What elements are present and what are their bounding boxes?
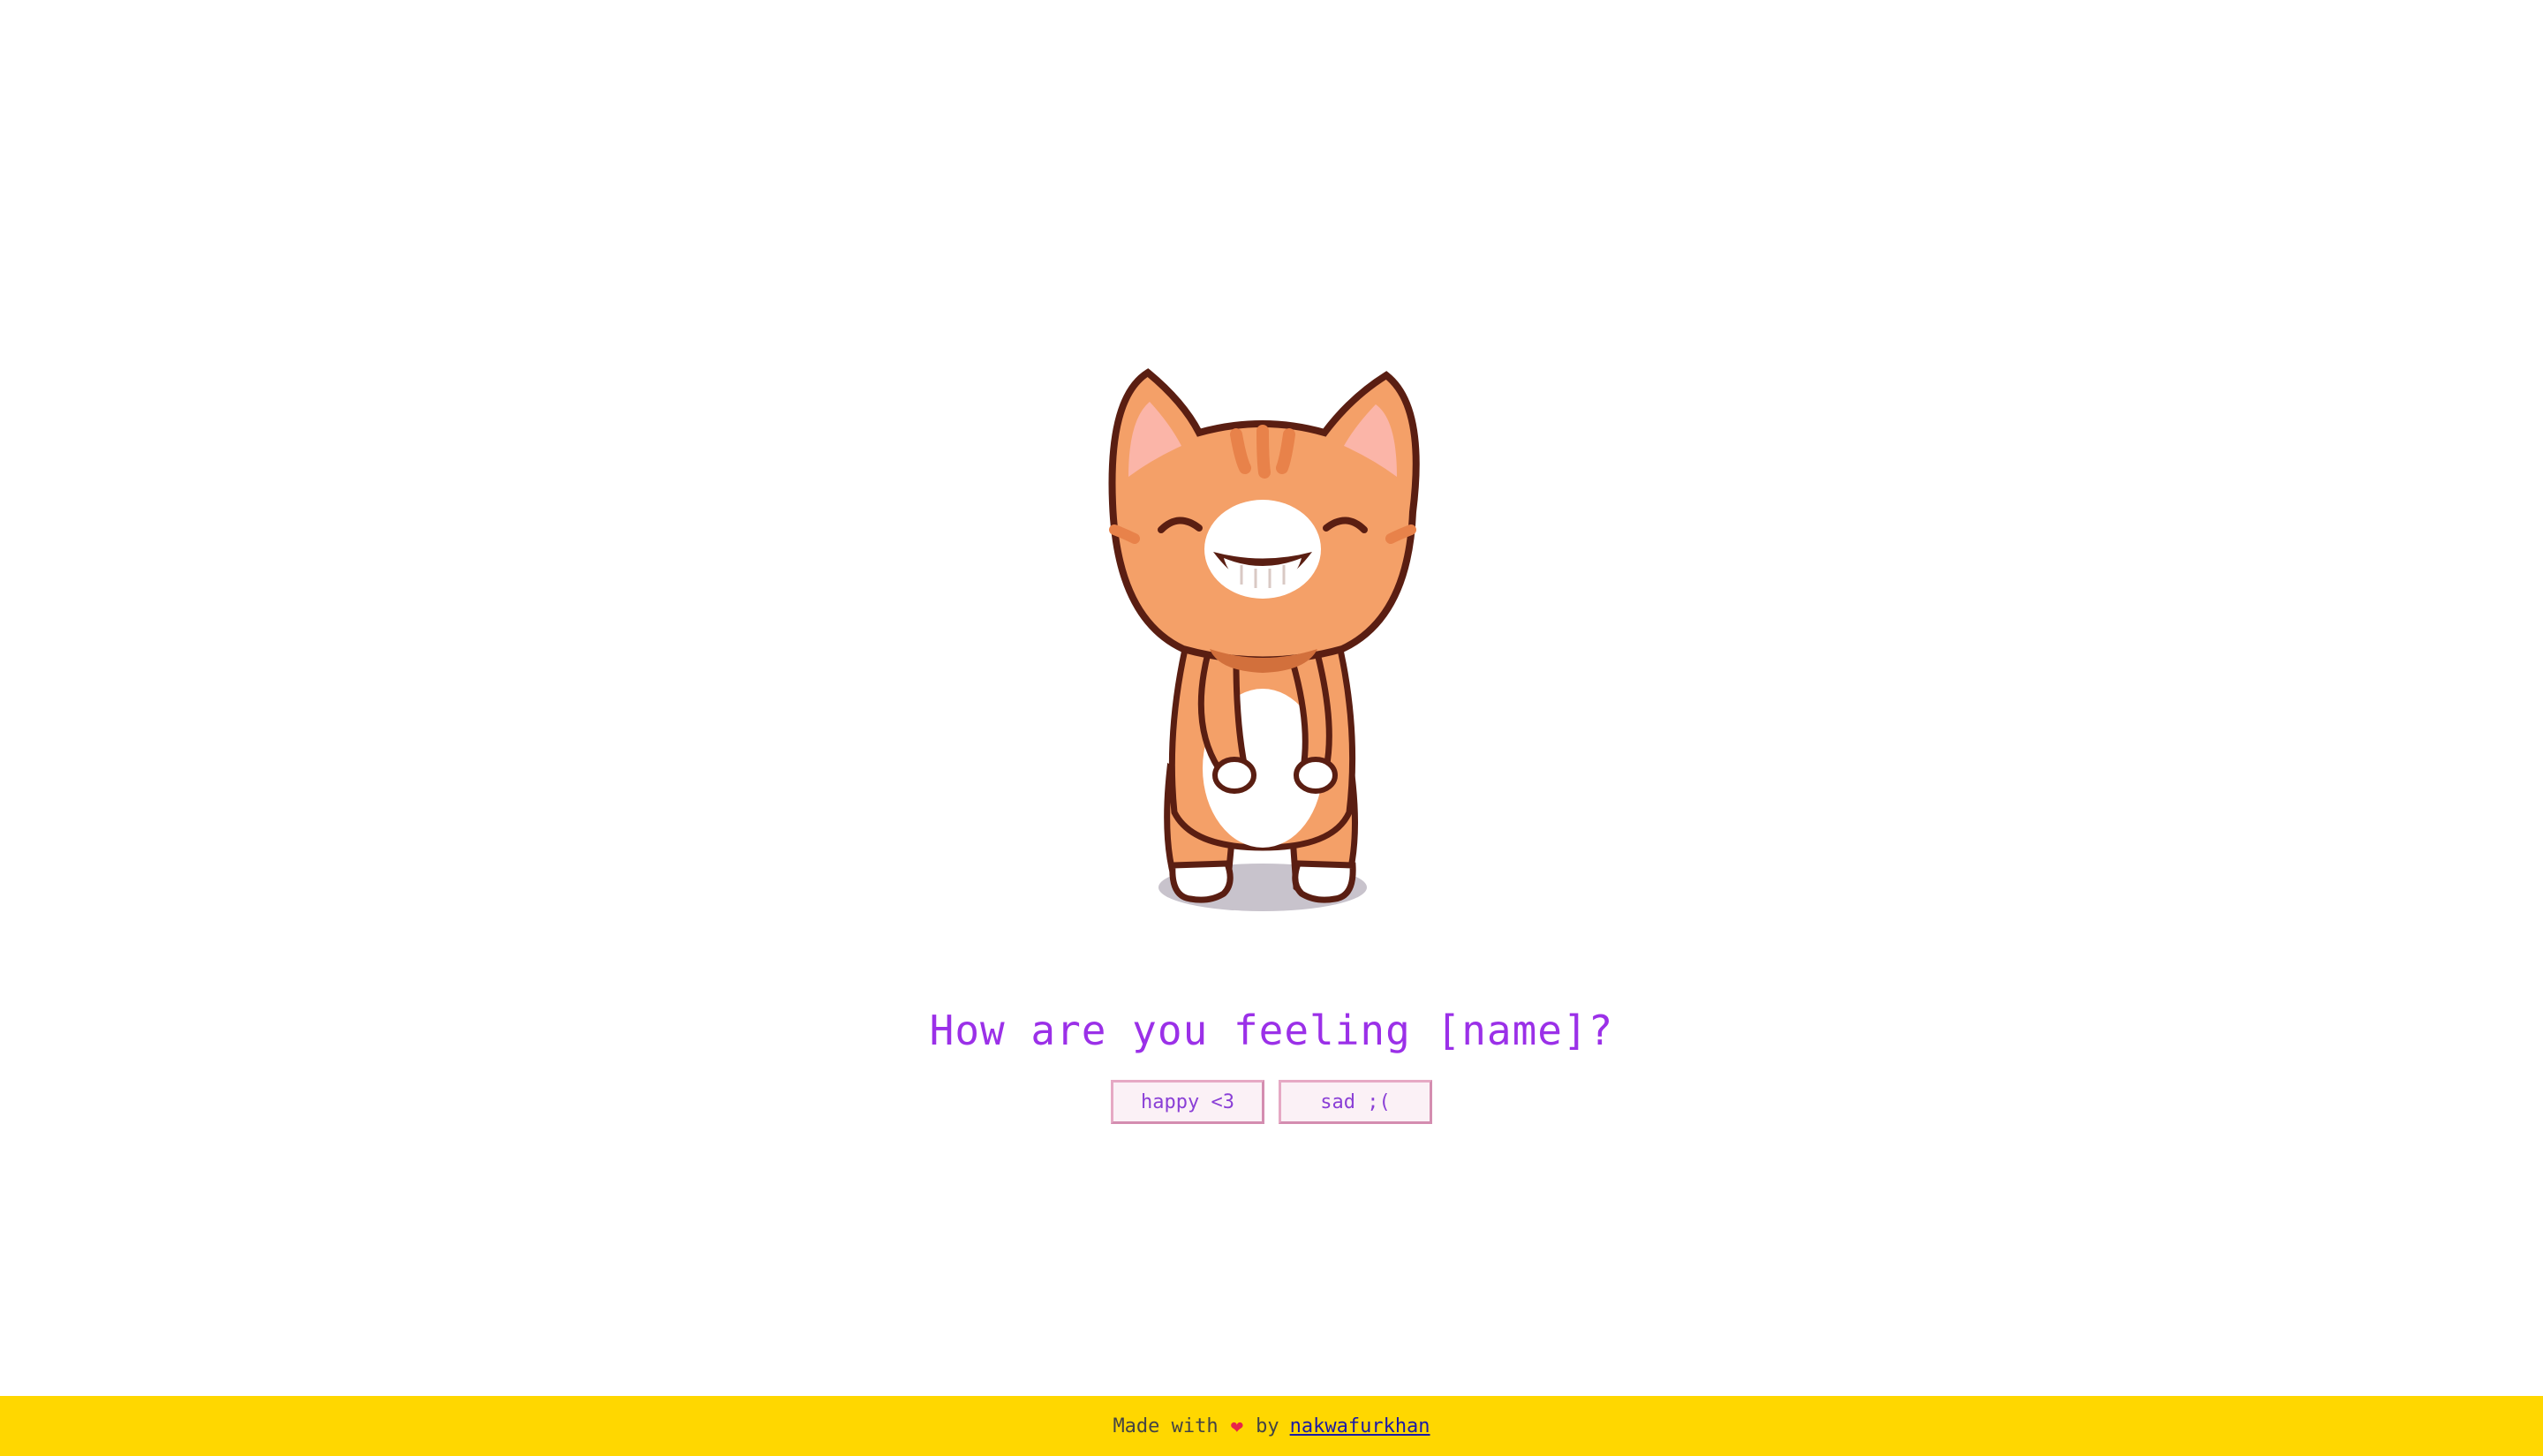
made-with-text: Made with	[1113, 1415, 1219, 1437]
sad-button[interactable]: sad ;(	[1279, 1080, 1432, 1124]
page: How are you feeling [name]? happy <3 sad…	[0, 0, 2543, 1456]
footer: Made with ❤ by nakwafurkhan	[0, 1396, 2543, 1456]
author-link[interactable]: nakwafurkhan	[1290, 1415, 1430, 1437]
mood-question: How are you feeling [name]?	[929, 1007, 1614, 1054]
happy-button[interactable]: happy <3	[1111, 1080, 1264, 1124]
happy-cat-illustration	[1086, 353, 1457, 936]
heart-icon: ❤	[1230, 1414, 1244, 1438]
by-text: by	[1256, 1415, 1279, 1437]
mood-buttons: happy <3 sad ;(	[0, 1080, 2543, 1124]
